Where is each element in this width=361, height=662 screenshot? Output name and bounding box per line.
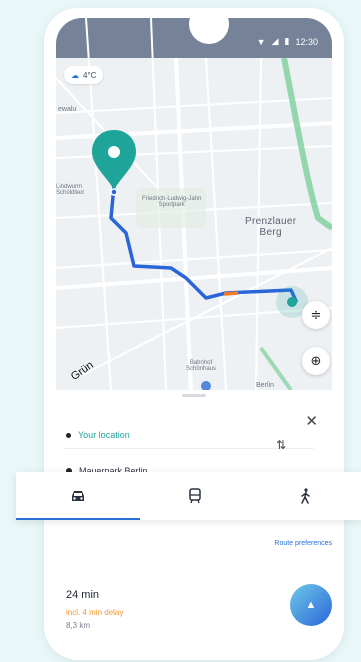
map-label-area: Prenzlauer Berg — [245, 216, 297, 238]
locate-icon: ⊕ — [310, 353, 322, 368]
tab-walk[interactable] — [250, 472, 361, 520]
tab-car[interactable] — [16, 472, 140, 520]
layers-button[interactable]: ≑ — [302, 301, 330, 329]
map-label-city: Berlin — [256, 382, 274, 389]
cloud-icon: ☁ — [71, 70, 79, 80]
swap-icon[interactable]: ⇅ — [276, 438, 286, 452]
route-duration: 24 min — [66, 589, 100, 601]
tab-transit[interactable] — [140, 472, 250, 520]
map-label-top-left: ewalu — [58, 106, 77, 113]
route-distance: 8,3 km — [66, 621, 91, 630]
route-delay: incl. 4 min delay — [66, 608, 124, 617]
phone-frame: Grün ▼ ◢ ▮ 12:30 ☁ 4°C ewalu Lindwurm Sc… — [44, 8, 344, 660]
traffic-segment — [223, 291, 239, 296]
start-navigation-button[interactable]: ▲ — [290, 584, 332, 626]
recenter-button[interactable]: ⊕ — [302, 347, 330, 375]
map-label-park: Friedrich-Ludwig-Jahn Sportpark — [142, 196, 202, 208]
weather-chip[interactable]: ☁ 4°C — [64, 66, 104, 84]
sheet-handle[interactable] — [182, 394, 206, 397]
origin-text: Your location — [78, 430, 130, 440]
active-tab-indicator — [16, 518, 140, 520]
route-preferences-link[interactable]: Route preferences — [274, 540, 332, 547]
transit-icon — [189, 488, 201, 504]
map-label-station: Bahnhof Schönhaus — [186, 360, 217, 372]
wifi-icon: ▼ — [256, 36, 266, 47]
walk-icon — [300, 488, 310, 504]
signal-icon: ◢ — [271, 36, 279, 46]
close-icon[interactable]: ✕ — [305, 412, 318, 430]
status-bar: ▼ ◢ ▮ 12:30 — [257, 36, 318, 47]
origin-dot-icon — [66, 432, 71, 438]
navigation-arrow-icon: ▲ — [305, 599, 317, 611]
car-icon — [72, 491, 84, 501]
transport-mode-tabs — [16, 472, 361, 520]
weather-temp: 4°C — [83, 70, 97, 80]
map-view[interactable]: Grün ▼ ◢ ▮ 12:30 ☁ 4°C ewalu Lindwurm Sc… — [56, 18, 332, 390]
app-screen: Grün ▼ ◢ ▮ 12:30 ☁ 4°C ewalu Lindwurm Sc… — [56, 18, 332, 654]
map-label-district: Lindwurm Schüldlied — [56, 184, 84, 196]
battery-icon: ▮ — [284, 36, 290, 46]
destination-pin-icon — [92, 130, 136, 196]
route-sheet: Your location Mauerpark Berlin ✕ ⇅ Route… — [56, 390, 332, 654]
origin-field[interactable]: Your location — [56, 430, 130, 440]
svg-text:Grün: Grün — [69, 359, 96, 383]
sliders-icon: ≑ — [310, 307, 322, 322]
status-time: 12:30 — [295, 36, 318, 47]
